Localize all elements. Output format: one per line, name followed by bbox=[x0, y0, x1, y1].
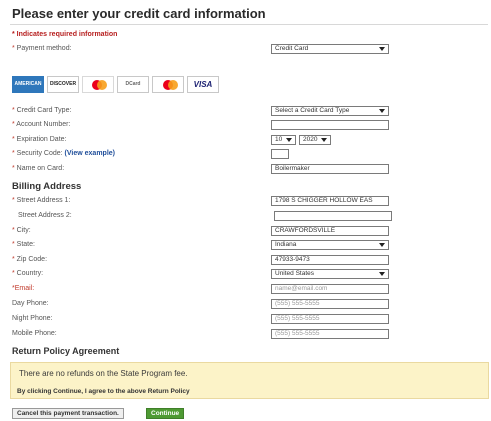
return-policy-notice: There are no refunds on the State Progra… bbox=[10, 362, 489, 399]
account-number-row: * Account Number: bbox=[12, 120, 482, 132]
name-on-card-row: * Name on Card: Boilermaker bbox=[12, 164, 482, 176]
card-type-select[interactable]: Select a Credit Card Type bbox=[271, 106, 389, 116]
view-example-link[interactable]: (View example) bbox=[65, 150, 115, 157]
city-label: * City: bbox=[12, 227, 31, 234]
dcard-card-icon: DCard bbox=[117, 76, 149, 93]
cancel-button[interactable]: Cancel this payment transaction. bbox=[12, 408, 124, 419]
chevron-down-icon bbox=[379, 272, 385, 276]
night-phone-label: Night Phone: bbox=[12, 315, 53, 322]
mobile-phone-input[interactable]: (555) 555-5555 bbox=[271, 329, 389, 339]
email-input[interactable]: name@email.com bbox=[271, 284, 389, 294]
discover-card-icon: DISCOVER bbox=[47, 76, 79, 93]
payment-method-select[interactable]: Credit Card bbox=[271, 44, 389, 54]
return-policy-heading: Return Policy Agreement bbox=[12, 346, 120, 356]
street2-input[interactable] bbox=[274, 211, 392, 221]
day-phone-input[interactable]: (555) 555-5555 bbox=[271, 299, 389, 309]
security-code-label: * Security Code: (View example) bbox=[12, 150, 115, 157]
street2-label: Street Address 2: bbox=[18, 212, 72, 219]
state-row: * State: Indiana bbox=[12, 240, 482, 252]
email-label: *Email: bbox=[12, 285, 35, 292]
street1-label: * Street Address 1: bbox=[12, 197, 71, 204]
notice-text: There are no refunds on the State Progra… bbox=[19, 369, 188, 378]
card-type-label: * Credit Card Type: bbox=[12, 107, 72, 114]
payment-method-row: * Payment method: Credit Card bbox=[12, 44, 482, 56]
amex-card-icon: AMERICAN EXPRESS bbox=[12, 76, 44, 93]
account-number-input[interactable] bbox=[271, 120, 389, 130]
payment-method-label: * Payment method: bbox=[12, 45, 72, 52]
chevron-down-icon bbox=[379, 243, 385, 247]
zip-row: * Zip Code: 47933-9473 bbox=[12, 255, 482, 267]
night-phone-input[interactable]: (555) 555-5555 bbox=[271, 314, 389, 324]
continue-button[interactable]: Continue bbox=[146, 408, 185, 419]
street2-row: Street Address 2: bbox=[12, 211, 482, 223]
mastercard-card-icon bbox=[82, 76, 114, 93]
day-phone-label: Day Phone: bbox=[12, 300, 49, 307]
mastercard-logo-icon bbox=[152, 76, 184, 93]
mobile-phone-label: Mobile Phone: bbox=[12, 330, 57, 337]
email-row: *Email: name@email.com bbox=[12, 284, 482, 296]
name-on-card-input[interactable]: Boilermaker bbox=[271, 164, 389, 174]
security-code-row: * Security Code: (View example) bbox=[12, 149, 482, 161]
city-row: * City: CRAWFORDSVILLE bbox=[12, 226, 482, 238]
expiration-year-select[interactable]: 2020 bbox=[299, 135, 331, 145]
night-phone-row: Night Phone: (555) 555-5555 bbox=[12, 314, 482, 326]
title-divider bbox=[10, 24, 488, 25]
country-row: * Country: United States bbox=[12, 269, 482, 281]
name-on-card-label: * Name on Card: bbox=[12, 165, 65, 172]
country-label: * Country: bbox=[12, 270, 44, 277]
street1-input[interactable]: 1798 S CHIGGER HOLLOW EAS bbox=[271, 196, 389, 206]
required-note: * Indicates required information bbox=[12, 31, 118, 38]
billing-address-heading: Billing Address bbox=[12, 181, 82, 192]
account-number-label: * Account Number: bbox=[12, 121, 71, 128]
card-type-row: * Credit Card Type: Select a Credit Card… bbox=[12, 106, 482, 118]
page-title: Please enter your credit card informatio… bbox=[12, 6, 266, 21]
street1-row: * Street Address 1: 1798 S CHIGGER HOLLO… bbox=[12, 196, 482, 208]
city-input[interactable]: CRAWFORDSVILLE bbox=[271, 226, 389, 236]
expiration-row: * Expiration Date: 10 2020 bbox=[12, 135, 482, 147]
expiration-label: * Expiration Date: bbox=[12, 136, 67, 143]
agreement-text: By clicking Continue, I agree to the abo… bbox=[17, 388, 190, 395]
zip-label: * Zip Code: bbox=[12, 256, 48, 263]
chevron-down-icon bbox=[286, 138, 292, 142]
chevron-down-icon bbox=[321, 138, 327, 142]
expiration-month-select[interactable]: 10 bbox=[271, 135, 296, 145]
day-phone-row: Day Phone: (555) 555-5555 bbox=[12, 299, 482, 311]
state-select[interactable]: Indiana bbox=[271, 240, 389, 250]
country-select[interactable]: United States bbox=[271, 269, 389, 279]
visa-card-icon: VISA bbox=[187, 76, 219, 93]
chevron-down-icon bbox=[379, 109, 385, 113]
mobile-phone-row: Mobile Phone: (555) 555-5555 bbox=[12, 329, 482, 341]
state-label: * State: bbox=[12, 241, 35, 248]
chevron-down-icon bbox=[379, 47, 385, 51]
security-code-input[interactable] bbox=[271, 149, 289, 159]
zip-input[interactable]: 47933-9473 bbox=[271, 255, 389, 265]
